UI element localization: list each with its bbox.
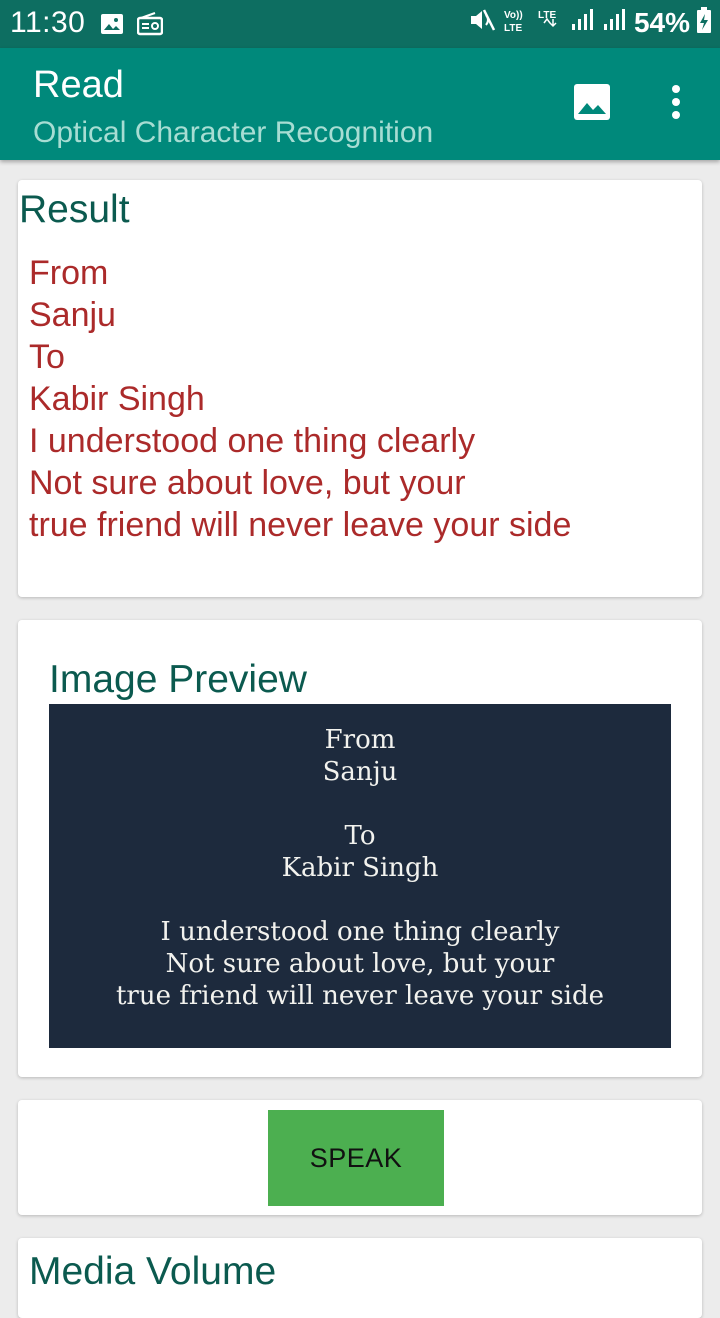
preview-line: To — [344, 821, 376, 851]
media-volume-card: Media Volume — [18, 1238, 702, 1318]
app-bar: Read Optical Character Recognition — [0, 48, 720, 160]
overflow-menu-button[interactable] — [654, 48, 698, 160]
preview-line: From — [324, 725, 396, 755]
preview-line: Sanju — [322, 757, 398, 787]
result-line: Kabir Singh — [29, 380, 205, 418]
media-volume-heading: Media Volume — [29, 1250, 277, 1293]
preview-line: true friend will never leave your side — [115, 981, 605, 1011]
image-preview-heading: Image Preview — [49, 658, 307, 701]
result-text[interactable]: From Sanju To Kabir Singh I understood o… — [29, 252, 571, 546]
result-line: true friend will never leave your side — [29, 506, 572, 544]
speak-button[interactable]: SPEAK — [268, 1110, 444, 1206]
mute-icon — [468, 6, 496, 39]
app-subtitle: Optical Character Recognition — [33, 116, 434, 149]
overflow-menu-icon — [670, 84, 682, 125]
battery-charging-icon — [696, 6, 712, 39]
result-card: Result From Sanju To Kabir Singh I under… — [18, 180, 702, 597]
preview-image-text: From Sanju To Kabir Singh I understood o… — [49, 724, 671, 1012]
preview-line: Kabir Singh — [281, 853, 439, 883]
preview-line: I understood one thing clearly — [160, 917, 560, 947]
preview-line: Not sure about love, but your — [165, 949, 555, 979]
image-preview-card: Image Preview From Sanju To Kabir Singh … — [18, 620, 702, 1077]
status-bar: 11:30 Vo)) LTE LTE 54% — [0, 0, 720, 48]
lte-icon: LTE — [536, 6, 564, 39]
battery-percent: 54% — [633, 6, 690, 38]
radio-icon — [136, 12, 164, 41]
signal-icon — [570, 6, 596, 39]
preview-line — [49, 788, 671, 820]
status-time: 11:30 — [10, 6, 86, 39]
gallery-button[interactable] — [560, 48, 624, 160]
status-right-group: Vo)) LTE LTE 54% — [468, 6, 712, 39]
result-line: From — [29, 254, 109, 292]
gallery-icon — [573, 83, 611, 126]
speak-card: SPEAK — [18, 1100, 702, 1215]
svg-text:LTE: LTE — [504, 23, 522, 34]
preview-line — [49, 884, 671, 916]
signal-icon — [602, 6, 628, 39]
svg-text:Vo)): Vo)) — [504, 10, 523, 21]
result-line: To — [29, 338, 65, 376]
result-line: Not sure about love, but your — [29, 464, 466, 502]
result-line: Sanju — [29, 296, 116, 334]
result-line: I understood one thing clearly — [29, 422, 476, 460]
volte-icon: Vo)) LTE — [502, 6, 530, 39]
app-title: Read — [33, 64, 124, 106]
image-notification-icon — [100, 12, 124, 41]
result-heading: Result — [19, 188, 130, 231]
image-preview: From Sanju To Kabir Singh I understood o… — [49, 704, 671, 1048]
